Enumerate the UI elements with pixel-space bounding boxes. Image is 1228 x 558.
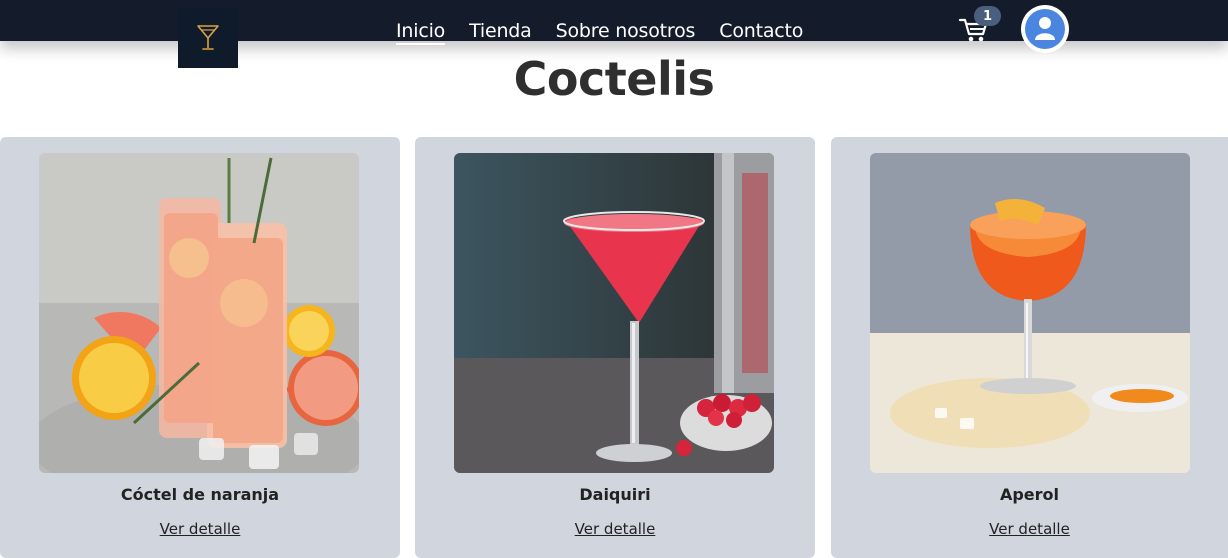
nav-link-inicio[interactable]: Inicio: [396, 19, 445, 45]
nav-link-tienda[interactable]: Tienda: [469, 19, 532, 45]
nav-link-sobre-nosotros[interactable]: Sobre nosotros: [556, 19, 696, 45]
view-detail-link[interactable]: Ver detalle: [0, 520, 400, 538]
product-card: Aperol Ver detalle: [831, 137, 1228, 558]
cocktail-glass-icon: [197, 25, 219, 50]
avatar: [1025, 9, 1065, 49]
cart-count-badge: 1: [974, 6, 1001, 26]
product-name: Daiquiri: [579, 485, 651, 504]
user-icon: [1035, 17, 1055, 40]
main-nav: Inicio Tienda Sobre nosotros Contacto: [396, 19, 803, 45]
user-avatar-button[interactable]: [1021, 5, 1069, 53]
product-image-orange-cocktail: [39, 153, 359, 473]
view-detail-link[interactable]: Ver detalle: [831, 520, 1228, 538]
product-image-aperol: [870, 153, 1190, 473]
product-image-daiquiri: [454, 153, 774, 473]
product-name: Aperol: [999, 485, 1060, 504]
product-name: Cóctel de naranja: [120, 485, 280, 504]
product-card: Cóctel de naranja Ver detalle: [0, 137, 400, 558]
view-detail-link[interactable]: Ver detalle: [415, 520, 815, 538]
logo[interactable]: [178, 8, 238, 68]
product-card: Daiquiri Ver detalle: [415, 137, 815, 558]
nav-link-contacto[interactable]: Contacto: [719, 19, 803, 45]
